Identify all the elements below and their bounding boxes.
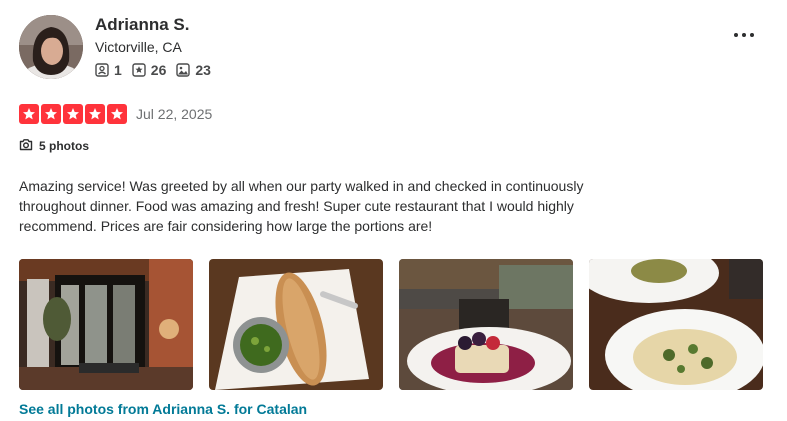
user-stats: 1 26 23 xyxy=(95,62,211,78)
star-icon xyxy=(85,104,105,124)
camera-icon xyxy=(19,138,33,154)
rating-row: Jul 22, 2025 xyxy=(19,104,212,124)
see-all-photos-link[interactable]: See all photos from Adrianna S. for Cata… xyxy=(19,401,307,417)
friends-count: 1 xyxy=(114,62,122,78)
star-icon xyxy=(63,104,83,124)
photo-count[interactable]: 5 photos xyxy=(19,138,89,154)
review-photo-dessert[interactable] xyxy=(399,259,573,390)
more-options-button[interactable] xyxy=(728,22,760,46)
review-photo-interior[interactable] xyxy=(19,259,193,390)
review-photo-bread[interactable] xyxy=(209,259,383,390)
more-horizontal-icon xyxy=(733,25,755,43)
reviews-count: 26 xyxy=(150,62,167,78)
star-icon xyxy=(19,104,39,124)
user-name[interactable]: Adrianna S. xyxy=(95,15,189,35)
photos-icon xyxy=(176,63,191,77)
review-text: Amazing service! Was greeted by all when… xyxy=(19,178,584,234)
star-icon xyxy=(107,104,127,124)
avatar[interactable] xyxy=(19,15,83,79)
review-date: Jul 22, 2025 xyxy=(136,106,213,122)
reviews-star-icon xyxy=(132,63,146,77)
friends-icon xyxy=(95,63,109,77)
star-icon xyxy=(41,104,61,124)
review-photo-pasta[interactable] xyxy=(589,259,763,390)
reviews-stat: 26 xyxy=(132,62,167,78)
star-rating xyxy=(19,104,127,124)
photo-count-label: 5 photos xyxy=(39,139,89,153)
photos-count: 23 xyxy=(195,62,211,78)
photos-stat: 23 xyxy=(176,62,211,78)
photo-strip xyxy=(19,259,763,390)
user-location: Victorville, CA xyxy=(95,39,182,55)
friends-stat: 1 xyxy=(95,62,122,78)
